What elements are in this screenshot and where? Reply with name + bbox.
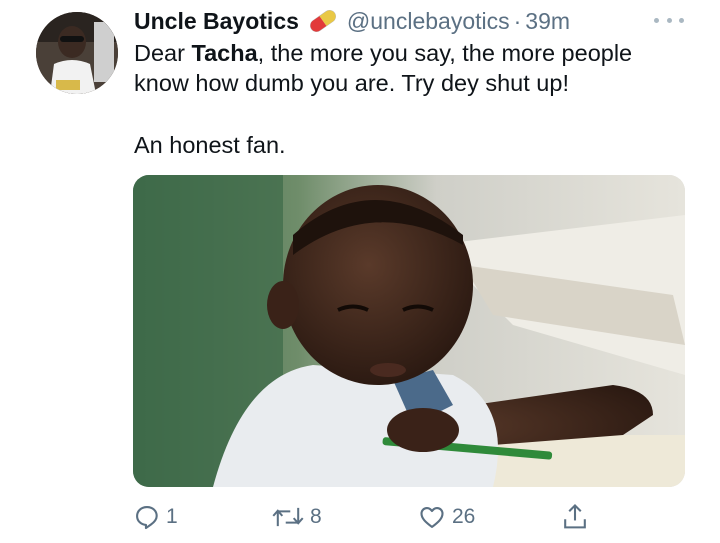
tweet-line-2: know how dumb you are. Try dey shut up! [134, 70, 569, 96]
retweet-count: 8 [310, 505, 322, 528]
user-handle[interactable]: @unclebayotics [347, 8, 510, 35]
tweet-line-1: Dear Tacha, the more you say, the more p… [134, 38, 694, 68]
tweet-image[interactable] [133, 175, 685, 487]
tweet: Uncle Bayotics @unclebayotics · 39m Dear… [0, 0, 720, 543]
display-name[interactable]: Uncle Bayotics [134, 8, 299, 35]
separator: · [513, 7, 522, 34]
tweet-actions: 1 8 26 [133, 500, 593, 534]
pill-icon [307, 7, 339, 35]
mention: Tacha [191, 40, 258, 66]
more-options-icon[interactable] [654, 14, 684, 26]
text-prefix: Dear [134, 40, 192, 66]
retweet-icon [272, 507, 304, 527]
photo-child-writing [133, 175, 685, 487]
reply-count: 1 [166, 505, 178, 528]
tweet-header: Uncle Bayotics @unclebayotics · 39m [134, 6, 570, 36]
reply-button[interactable]: 1 [133, 500, 178, 534]
tweet-text: Dear Tacha, the more you say, the more p… [134, 38, 694, 160]
text-line1-rest: , the more you say, the more people [257, 40, 633, 66]
like-count: 26 [452, 505, 476, 528]
avatar[interactable] [36, 12, 118, 94]
retweet-button[interactable]: 8 [271, 500, 322, 534]
timestamp[interactable]: 39m [525, 8, 570, 35]
reply-icon [136, 506, 158, 530]
heart-icon [420, 506, 444, 528]
like-button[interactable]: 26 [417, 500, 475, 534]
share-icon [564, 503, 586, 529]
share-button[interactable] [561, 500, 589, 534]
tweet-line-3: An honest fan. [134, 132, 286, 158]
